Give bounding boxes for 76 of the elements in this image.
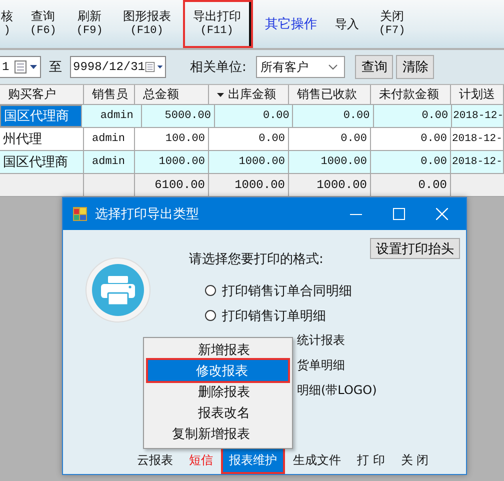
- column-header[interactable]: 销售已收款: [289, 85, 371, 104]
- table-cell: 0.00: [209, 128, 289, 150]
- menu-item[interactable]: 复制新增报表: [146, 423, 290, 444]
- print-header-button[interactable]: 设置打印抬头: [370, 238, 460, 259]
- toolbar-button[interactable]: 刷新 (F9): [70, 9, 109, 39]
- total-cell: 1000.00: [234, 178, 285, 192]
- column-header[interactable]: 总金额: [135, 85, 209, 104]
- unit-label: 相关单位:: [190, 59, 246, 76]
- table-cell: 0.00: [289, 128, 371, 150]
- menu-item[interactable]: 报表改名: [146, 402, 290, 423]
- printer-icon: [85, 257, 151, 323]
- close-icon[interactable]: [436, 208, 448, 220]
- to-label: 至: [49, 59, 62, 76]
- sort-icon: [217, 92, 224, 96]
- dialog-button[interactable]: 短信: [183, 448, 219, 472]
- table-cell: 1000.00: [209, 151, 289, 173]
- dialog-button[interactable]: 关 闭: [394, 448, 435, 472]
- table-cell: 0.00: [214, 105, 294, 127]
- unit-dropdown[interactable]: 所有客户: [256, 56, 346, 78]
- column-header[interactable]: 未付款金额: [371, 85, 451, 104]
- table-cell: admin: [84, 151, 135, 173]
- table-cell: 100.00: [135, 128, 209, 150]
- date-value: 9998/12/31: [73, 60, 146, 74]
- table-cell: admin: [92, 105, 142, 127]
- radio-option-text[interactable]: 货单明细: [297, 357, 345, 374]
- toolbar-button[interactable]: 导出打印 (F11): [184, 2, 251, 46]
- radio-option-text[interactable]: 明细(带LOGO): [297, 382, 377, 399]
- toolbar-button[interactable]: 图形报表 (F10): [116, 9, 177, 39]
- table-cell: 1000.00: [135, 151, 209, 173]
- dialog-button[interactable]: 云报表: [131, 448, 179, 472]
- calendar-dropdown-icon[interactable]: [14, 60, 40, 74]
- dialog-button[interactable]: 打 印: [351, 448, 391, 472]
- date-field[interactable]: 1: [0, 56, 41, 78]
- dialog-button[interactable]: 报表维护: [223, 448, 283, 472]
- dialog-title: 选择打印导出类型: [95, 206, 200, 223]
- menu-item[interactable]: 删除报表: [146, 381, 290, 402]
- date-value: 1: [2, 60, 10, 74]
- table-cell: admin: [84, 128, 135, 150]
- toolbar-button[interactable]: 导入: [328, 16, 365, 32]
- maximize-icon[interactable]: [393, 208, 405, 220]
- radio-option[interactable]: 打印销售订单明细: [205, 306, 377, 325]
- table-cell: 1000.00: [289, 151, 371, 173]
- toolbar-link[interactable]: 其它操作: [264, 15, 317, 33]
- radio-option[interactable]: 打印销售订单合同明细: [205, 281, 377, 300]
- total-cell: 0.00: [418, 178, 447, 192]
- total-cell: 1000.00: [316, 178, 367, 192]
- table-cell: 州代理: [0, 128, 84, 150]
- table-cell: 0.00: [371, 128, 451, 150]
- table-cell: 国区代理商: [0, 151, 84, 173]
- menu-item[interactable]: 新增报表: [146, 339, 290, 360]
- table-cell: 2018-12-: [451, 128, 504, 150]
- column-header[interactable]: 购买客户: [0, 85, 84, 104]
- column-header[interactable]: 出库金额: [209, 85, 289, 104]
- date-field[interactable]: 9998/12/31: [70, 56, 166, 78]
- toolbar-button[interactable]: 关闭 (F7): [372, 9, 412, 39]
- toolbar-button[interactable]: 核 ): [0, 9, 14, 39]
- table-cell: 5000.00: [142, 105, 215, 127]
- prompt-text: 请选择您要打印的格式:: [189, 251, 324, 268]
- filter-button[interactable]: 查询: [355, 55, 394, 79]
- dialog-button[interactable]: 生成文件: [287, 448, 347, 472]
- menu-item[interactable]: 修改报表: [148, 360, 288, 381]
- table-cell: 0.00: [374, 105, 452, 127]
- toolbar-button[interactable]: 查询 (F6): [24, 9, 62, 39]
- table-cell: 2018-12-: [452, 105, 504, 127]
- radio-option-text[interactable]: 统计报表: [297, 332, 345, 349]
- table-cell: 国区代理商: [0, 105, 82, 127]
- calendar-dropdown-icon[interactable]: [145, 60, 165, 74]
- column-header[interactable]: 计划送: [451, 85, 504, 104]
- app-icon: [73, 207, 87, 221]
- column-header[interactable]: 销售员: [84, 85, 135, 104]
- table-cell: 0.00: [371, 151, 451, 173]
- filter-button[interactable]: 清除: [396, 55, 434, 79]
- table-cell: 2018-12-: [451, 151, 504, 173]
- chevron-icon: [328, 64, 338, 70]
- total-cell: 6100.00: [154, 178, 205, 192]
- table-cell: 0.00: [293, 105, 374, 127]
